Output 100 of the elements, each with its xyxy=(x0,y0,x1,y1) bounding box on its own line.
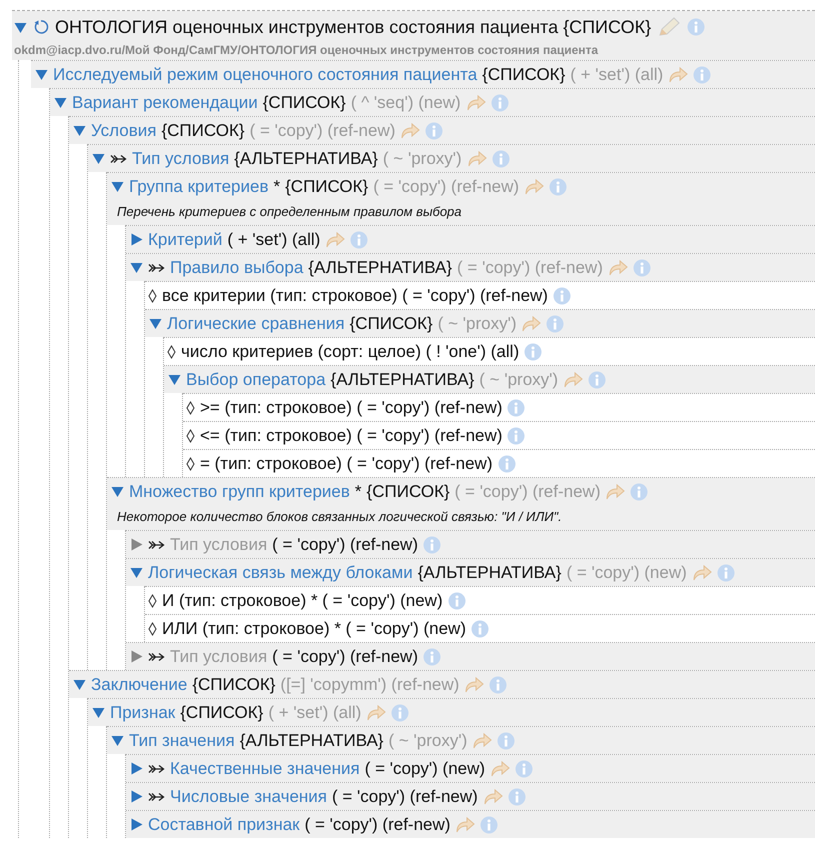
concept-type: {СПИСОК} xyxy=(180,702,264,722)
info-icon[interactable] xyxy=(471,620,489,638)
concept-attributes: ( + 'set') (all) xyxy=(570,64,664,84)
info-icon[interactable] xyxy=(549,178,568,196)
collapse-toggle-icon[interactable] xyxy=(54,96,67,109)
info-icon[interactable] xyxy=(448,592,466,610)
curved-arrow-icon[interactable] xyxy=(563,370,584,388)
collapse-toggle-icon[interactable] xyxy=(111,180,124,193)
expand-toggle-icon[interactable] xyxy=(130,762,143,775)
concept-name[interactable]: Признак xyxy=(110,702,176,722)
refresh-icon[interactable] xyxy=(33,19,49,35)
curved-arrow-icon[interactable] xyxy=(482,788,503,806)
collapse-toggle-icon[interactable] xyxy=(73,124,86,137)
info-icon[interactable] xyxy=(507,398,526,416)
concept-name[interactable]: Условия xyxy=(91,120,156,140)
collapse-toggle-icon[interactable] xyxy=(168,373,181,386)
info-icon[interactable] xyxy=(630,482,648,500)
info-icon[interactable] xyxy=(423,536,441,554)
ontology-title: ОНТОЛОГИЯ оценочных инструментов состояния пациента {СПИСОК} xyxy=(55,16,652,38)
concept-name[interactable]: Вариант рекомендации xyxy=(72,92,258,112)
collapse-toggle-icon[interactable] xyxy=(130,261,143,274)
curved-arrow-icon[interactable] xyxy=(400,122,420,140)
concept-name[interactable]: Исследуемый режим оценочного состояния пациента xyxy=(53,64,478,84)
collapse-toggle-icon[interactable] xyxy=(73,678,86,691)
concept-type: {СПИСОК} xyxy=(285,176,368,196)
collapse-toggle-icon[interactable] xyxy=(149,317,162,330)
concept-type: {СПИСОК} xyxy=(262,92,346,112)
expand-toggle-icon[interactable] xyxy=(130,790,143,803)
curved-arrow-icon[interactable] xyxy=(464,676,484,694)
collapse-toggle-icon[interactable] xyxy=(111,485,124,498)
concept-name[interactable]: Логическая связь между блоками xyxy=(148,562,413,582)
concept-name[interactable]: Числовые значения xyxy=(170,786,327,806)
value-text: >= (тип: строковое) ( = 'copy') (ref-new) xyxy=(200,398,502,418)
diamond-icon xyxy=(167,344,176,358)
info-icon[interactable] xyxy=(391,704,410,722)
info-icon[interactable] xyxy=(498,454,516,472)
diamond-icon xyxy=(186,400,195,414)
curved-arrow-icon[interactable] xyxy=(521,314,542,332)
info-icon[interactable] xyxy=(716,564,735,582)
concept-attributes: ( ^ 'seq') (new) xyxy=(350,92,461,112)
info-icon[interactable] xyxy=(687,18,706,36)
curved-arrow-icon[interactable] xyxy=(455,816,476,834)
collapse-toggle-icon[interactable] xyxy=(14,20,27,34)
info-icon[interactable] xyxy=(490,94,509,112)
info-icon[interactable] xyxy=(423,648,441,666)
concept-description: Перечень критериев с определенным правилом выбора xyxy=(107,200,815,225)
concept-name[interactable]: Множество групп критериев xyxy=(129,482,350,502)
curved-arrow-icon[interactable] xyxy=(366,704,386,722)
collapse-toggle-icon[interactable] xyxy=(111,734,124,747)
concept-type: {СПИСОК} xyxy=(161,120,245,140)
info-icon[interactable] xyxy=(546,314,564,332)
concept-attributes: ( = 'copy') (ref-new) xyxy=(332,786,478,806)
info-icon[interactable] xyxy=(507,426,526,444)
concept-attributes: ( + 'set') (all) xyxy=(268,702,362,722)
info-icon[interactable] xyxy=(492,150,510,168)
collapse-toggle-icon[interactable] xyxy=(35,68,48,81)
info-icon[interactable] xyxy=(489,676,508,694)
concept-name[interactable]: Качественные значения xyxy=(170,758,360,778)
info-icon[interactable] xyxy=(425,122,444,140)
concept-name[interactable]: Тип значения xyxy=(129,730,235,750)
curved-arrow-icon[interactable] xyxy=(692,564,712,582)
value-text: = (тип: строковое) ( = 'copy') (ref-new) xyxy=(200,454,492,474)
concept-name[interactable]: Правило выбора xyxy=(170,258,304,278)
collapse-toggle-icon[interactable] xyxy=(130,566,143,579)
curved-arrow-icon[interactable] xyxy=(524,178,544,196)
concept-name[interactable]: Логические сравнения xyxy=(167,314,345,334)
info-icon[interactable] xyxy=(350,230,368,248)
info-icon[interactable] xyxy=(693,66,712,84)
collapse-toggle-icon[interactable] xyxy=(92,706,105,719)
info-icon[interactable] xyxy=(515,760,534,778)
info-icon[interactable] xyxy=(552,286,571,304)
curved-arrow-icon[interactable] xyxy=(490,760,510,778)
info-icon[interactable] xyxy=(480,816,498,834)
pencil-icon[interactable] xyxy=(657,16,682,38)
expand-toggle-icon[interactable] xyxy=(130,233,143,246)
curved-arrow-icon[interactable] xyxy=(472,732,492,750)
concept-type: {АЛЬТЕРНАТИВА} xyxy=(308,258,452,278)
curved-arrow-icon[interactable] xyxy=(325,230,346,248)
value-text: И (тип: строковое) * ( = 'copy') (new) xyxy=(162,590,443,610)
concept-type: {АЛЬТЕРНАТИВА} xyxy=(234,148,378,168)
curved-arrow-icon[interactable] xyxy=(668,66,688,84)
concept-name[interactable]: Критерий xyxy=(148,230,222,250)
curved-arrow-icon[interactable] xyxy=(608,258,628,276)
curved-arrow-icon[interactable] xyxy=(466,150,487,168)
concept-name[interactable]: Группа критериев xyxy=(129,176,268,196)
info-icon[interactable] xyxy=(524,342,542,360)
info-icon[interactable] xyxy=(588,370,606,388)
concept-attributes: ( = 'copy') (new) xyxy=(566,562,687,582)
expand-toggle-icon[interactable] xyxy=(130,818,143,831)
concept-attributes: ([=] 'copymm') (ref-new) xyxy=(280,674,460,694)
concept-name[interactable]: Тип условия xyxy=(132,148,230,168)
curved-arrow-icon[interactable] xyxy=(466,94,486,112)
concept-name[interactable]: Составной признак xyxy=(148,814,300,834)
concept-name[interactable]: Заключение xyxy=(91,674,188,694)
concept-name[interactable]: Выбор оператора xyxy=(186,370,326,390)
info-icon[interactable] xyxy=(497,732,516,750)
collapse-toggle-icon[interactable] xyxy=(92,152,105,165)
info-icon[interactable] xyxy=(632,258,651,276)
info-icon[interactable] xyxy=(508,788,526,806)
curved-arrow-icon[interactable] xyxy=(605,482,626,500)
